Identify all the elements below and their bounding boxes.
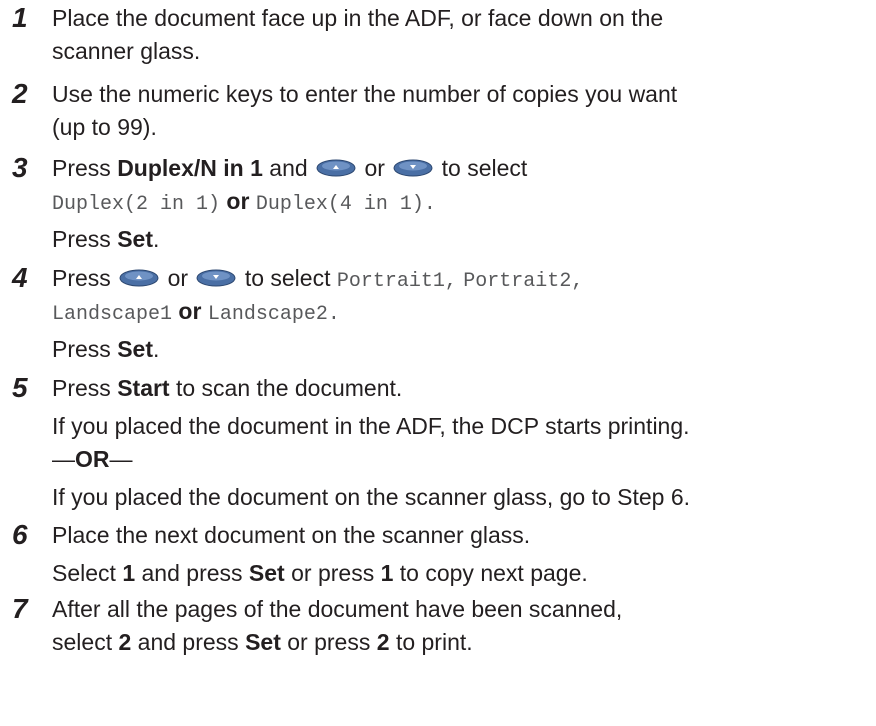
text: — bbox=[52, 446, 75, 472]
lcd-option: Landscape2 bbox=[207, 303, 328, 326]
text: to select bbox=[441, 155, 528, 181]
text: — bbox=[109, 446, 133, 472]
text: or bbox=[364, 155, 385, 181]
step-text: (up to 99). bbox=[52, 114, 157, 140]
up-arrow-key-icon bbox=[119, 269, 159, 287]
text: Press bbox=[52, 265, 111, 291]
text: , bbox=[571, 270, 584, 293]
lcd-option: Duplex(2 in 1) bbox=[52, 193, 221, 216]
step-text: Press Duplex/N in 1 and or to select bbox=[52, 152, 527, 184]
text: . bbox=[152, 226, 160, 252]
step-text: scanner glass. bbox=[52, 38, 201, 64]
step-number: 2 bbox=[12, 78, 28, 109]
step-text: Select 1 and press Set or press 1 to cop… bbox=[52, 557, 588, 589]
text: to print. bbox=[395, 629, 473, 655]
text: 2 bbox=[376, 629, 390, 655]
text: or bbox=[226, 188, 250, 214]
text: and bbox=[269, 155, 308, 181]
step-number: 6 bbox=[12, 519, 28, 550]
set-key-label: Set bbox=[117, 336, 153, 362]
text: to copy next page. bbox=[399, 560, 588, 586]
text: Press bbox=[52, 155, 111, 181]
text: or press bbox=[287, 629, 371, 655]
start-key-label: Start bbox=[117, 375, 170, 401]
text: and press bbox=[137, 629, 239, 655]
step-text: Duplex(2 in 1) or Duplex(4 in 1). bbox=[52, 185, 436, 221]
text: or press bbox=[291, 560, 375, 586]
set-key-label: Set bbox=[245, 629, 281, 655]
down-arrow-key-icon bbox=[196, 269, 236, 287]
step-text: Landscape1 or Landscape2. bbox=[52, 295, 340, 331]
text: 1 bbox=[122, 560, 136, 586]
step-text: Press or to select Portrait1, Portrait2, bbox=[52, 262, 583, 298]
text: . bbox=[152, 336, 160, 362]
step-text: Press Start to scan the document. bbox=[52, 372, 402, 404]
text: select bbox=[52, 629, 113, 655]
step-number: 7 bbox=[12, 593, 28, 624]
text: 2 bbox=[118, 629, 132, 655]
step-text: select 2 and press Set or press 2 to pri… bbox=[52, 626, 473, 658]
text: to scan the document. bbox=[175, 375, 403, 401]
lcd-option: Landscape1 bbox=[52, 303, 173, 326]
set-key-label: Set bbox=[117, 226, 153, 252]
step-text: After all the pages of the document have… bbox=[52, 596, 623, 622]
step-text: Place the document face up in the ADF, o… bbox=[52, 5, 664, 31]
down-arrow-key-icon bbox=[393, 159, 433, 177]
text: Select bbox=[52, 560, 116, 586]
text: . bbox=[423, 193, 436, 216]
step-number: 4 bbox=[12, 262, 28, 293]
step-text: Place the next document on the scanner g… bbox=[52, 522, 531, 548]
text: Press bbox=[52, 375, 111, 401]
lcd-option: Portrait2 bbox=[463, 270, 572, 293]
step-text: If you placed the document on the scanne… bbox=[52, 484, 691, 510]
text: or bbox=[167, 265, 189, 291]
up-arrow-key-icon bbox=[316, 159, 356, 177]
step-number: 5 bbox=[12, 372, 28, 403]
step-text: Press Set. bbox=[52, 333, 159, 365]
text: and press bbox=[141, 560, 243, 586]
text: 1 bbox=[380, 560, 394, 586]
lcd-option: Portrait1 bbox=[336, 270, 445, 293]
step-text: Use the numeric keys to enter the number… bbox=[52, 81, 678, 107]
step-number: 3 bbox=[12, 152, 28, 183]
step-text: Press Set. bbox=[52, 223, 159, 255]
set-key-label: Set bbox=[248, 560, 285, 586]
text: OR bbox=[75, 446, 110, 472]
text: , bbox=[444, 270, 457, 293]
text: or bbox=[178, 298, 202, 324]
text: Press bbox=[52, 336, 111, 362]
lcd-option: Duplex(4 in 1) bbox=[255, 193, 424, 216]
step-number: 1 bbox=[12, 2, 28, 33]
instruction-page: 1 Place the document face up in the ADF,… bbox=[0, 0, 876, 726]
or-separator: —OR— bbox=[52, 443, 133, 475]
step-text: If you placed the document in the ADF, t… bbox=[52, 413, 690, 439]
duplex-key-label: Duplex/N in 1 bbox=[117, 155, 263, 181]
text: to select bbox=[244, 265, 331, 291]
text: . bbox=[327, 303, 340, 326]
text: Press bbox=[52, 226, 111, 252]
